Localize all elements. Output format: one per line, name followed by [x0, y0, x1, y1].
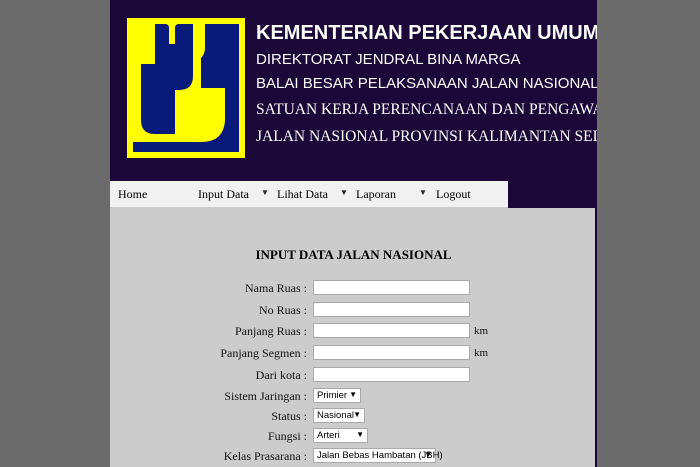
panjang-segmen-unit: km [474, 347, 489, 359]
ministry-logo [127, 18, 245, 158]
status-select[interactable]: Nasional ▼ [313, 408, 365, 423]
nav-input-data[interactable]: Input Data [198, 187, 249, 202]
no-ruas-label: No Ruas : [259, 303, 307, 317]
chevron-down-icon[interactable]: ▼ [340, 188, 348, 197]
header-subtitle-1: DIREKTORAT JENDRAL BINA MARGA [256, 51, 521, 68]
chevron-down-icon[interactable]: ▼ [419, 188, 427, 197]
panjang-ruas-input[interactable] [313, 323, 470, 338]
chevron-down-icon: ▼ [349, 390, 357, 399]
sistem-jaringan-value: Primier [317, 390, 348, 401]
header-subtitle-2: BALAI BESAR PELAKSANAAN JALAN NASIONAL V… [256, 75, 597, 92]
kelas-prasarana-label: Kelas Prasarana : [223, 449, 307, 463]
nav-logout[interactable]: Logout [436, 187, 471, 202]
fungsi-value: Arteri [317, 430, 340, 441]
dari-kota-label: Dari kota : [255, 368, 307, 382]
sistem-jaringan-select[interactable]: Primier ▼ [313, 388, 361, 403]
header-subtitle-3: SATUAN KERJA PERENCANAAN DAN PENGAWASAN [256, 101, 597, 118]
header-title: KEMENTERIAN PEKERJAAN UMUM [256, 22, 597, 44]
panjang-ruas-label: Panjang Ruas : [235, 324, 307, 338]
fungsi-select[interactable]: Arteri ▼ [313, 428, 368, 443]
form-title: INPUT DATA JALAN NASIONAL [255, 247, 452, 262]
nav-lihat-data[interactable]: Lihat Data [277, 187, 328, 202]
dari-kota-input[interactable] [313, 367, 470, 382]
nav-laporan[interactable]: Laporan [356, 187, 396, 202]
header-banner: KEMENTERIAN PEKERJAAN UMUM DIREKTORAT JE… [110, 0, 597, 181]
nama-ruas-input[interactable] [313, 280, 470, 295]
page: KEMENTERIAN PEKERJAAN UMUM DIREKTORAT JE… [110, 0, 597, 467]
page-right-border [595, 207, 597, 467]
nav-bar: Home Input Data ▼ Lihat Data ▼ Laporan ▼… [110, 181, 508, 208]
panjang-segmen-label: Panjang Segmen : [220, 346, 307, 360]
chevron-down-icon: ▼ [356, 430, 364, 439]
no-ruas-input[interactable] [313, 302, 470, 317]
sistem-jaringan-label: Sistem Jaringan : [224, 389, 307, 403]
panjang-segmen-input[interactable] [313, 345, 470, 360]
fungsi-label: Fungsi : [267, 429, 307, 443]
nama-ruas-label: Nama Ruas : [245, 281, 307, 295]
chevron-down-icon[interactable]: ▼ [261, 188, 269, 197]
nav-home[interactable]: Home [118, 187, 147, 202]
panjang-ruas-unit: km [474, 325, 489, 337]
status-label: Status : [271, 409, 307, 423]
header-subtitle-4: JALAN NASIONAL PROVINSI KALIMANTAN SELAT… [256, 128, 597, 145]
chevron-down-icon: ▼ [424, 450, 432, 459]
chevron-down-icon: ▼ [353, 410, 361, 419]
kelas-prasarana-select[interactable]: Jalan Bebas Hambatan (JBH) ▼ [313, 448, 443, 463]
nav-bar-filler [508, 181, 597, 208]
status-value: Nasional [317, 410, 354, 421]
